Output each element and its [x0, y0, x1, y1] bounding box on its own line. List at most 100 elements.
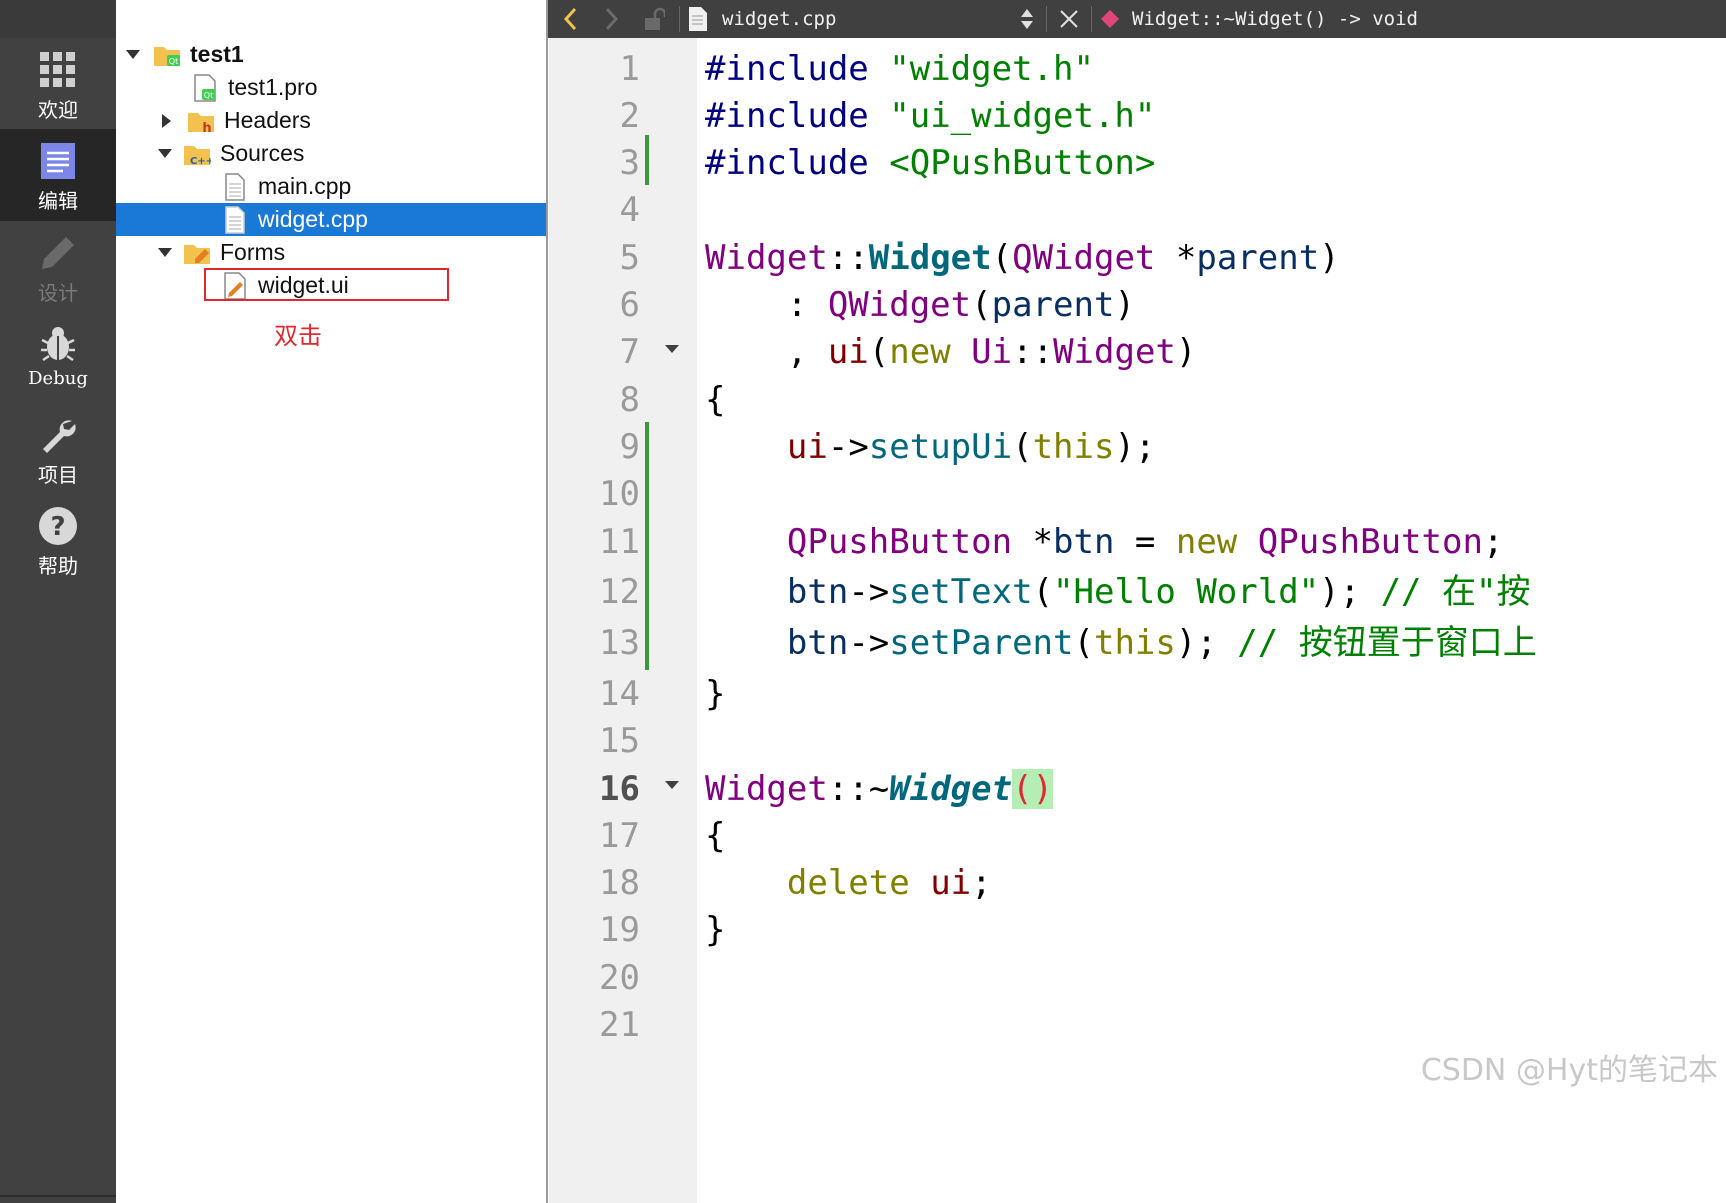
line-number: 19	[599, 910, 640, 950]
mode-design[interactable]: 设计	[0, 221, 116, 313]
mode-welcome[interactable]: 欢迎	[0, 38, 116, 130]
line-number: 14	[599, 674, 640, 714]
mode-bar-top	[0, 0, 116, 38]
code-line-6: : QWidget(parent)	[705, 285, 1135, 325]
close-document-icon[interactable]	[1051, 0, 1087, 38]
code-line-1: #include "widget.h"	[705, 49, 1094, 89]
collapse-arrow-icon[interactable]	[158, 246, 172, 260]
editor-toolbar: widget.cpp Widget::~Widget() -> void	[549, 0, 1726, 38]
mode-bar-bottom-divider	[0, 1195, 116, 1197]
line-number: 7	[619, 332, 640, 372]
code-line-12: btn->setText("Hello World"); // 在"按	[786, 572, 1531, 612]
code-line-14: }	[705, 674, 726, 714]
tree-item-label: test1	[190, 41, 244, 67]
tree-item-label: Forms	[220, 239, 286, 265]
code-line-16: Widget::~Widget()	[705, 769, 1054, 809]
code-line-17: {	[705, 816, 726, 856]
code-line-13: btn->setParent(this); // 按钮置于窗口上	[786, 623, 1537, 663]
headers-folder-icon: h	[186, 107, 216, 135]
pencil-icon	[33, 231, 83, 275]
svg-text:h: h	[202, 121, 211, 133]
back-arrow-icon[interactable]	[549, 0, 591, 38]
change-marker	[645, 422, 649, 670]
fold-arrow-icon[interactable]	[665, 345, 679, 353]
mode-help[interactable]: ? 帮助	[0, 494, 116, 586]
code-line-5: Widget::Widget(QWidget *parent)	[705, 238, 1340, 278]
mode-selector-bar: 欢迎 编辑 设计 Debug 项目 ? 帮助	[0, 0, 116, 1203]
wrench-icon	[33, 413, 83, 457]
line-number: 18	[599, 863, 640, 903]
code-editor[interactable]: #include "widget.h" #include "ui_widget.…	[697, 38, 1726, 1203]
line-number: 2	[619, 96, 640, 136]
file-selector-updown-icon[interactable]	[1012, 0, 1042, 38]
code-line-7: , ui(new Ui::Widget)	[705, 332, 1197, 372]
line-number: 11	[599, 522, 640, 562]
toolbar-separator	[679, 6, 680, 32]
tree-item-test1-pro[interactable]: Qt test1.pro	[116, 71, 546, 104]
collapse-arrow-icon[interactable]	[126, 48, 140, 62]
svg-text:C++: C++	[190, 156, 211, 166]
open-file-selector[interactable]: widget.cpp	[722, 8, 1012, 30]
tree-item-label: Headers	[224, 107, 311, 133]
mode-welcome-label: 欢迎	[38, 98, 78, 122]
tree-item-headers[interactable]: h Headers	[116, 104, 546, 137]
edit-document-icon	[33, 139, 83, 183]
mode-projects[interactable]: 项目	[0, 403, 116, 495]
line-number: 8	[619, 380, 640, 420]
toolbar-separator	[1046, 6, 1047, 32]
mode-help-label: 帮助	[38, 554, 78, 578]
forms-folder-icon	[182, 239, 212, 267]
function-symbol-icon	[1096, 0, 1124, 38]
mode-edit[interactable]: 编辑	[0, 129, 116, 221]
tree-item-label: widget.cpp	[258, 206, 368, 232]
code-line-11: QPushButton *btn = new QPushButton;	[786, 522, 1504, 562]
document-icon	[684, 0, 712, 38]
code-line-18: delete ui;	[786, 863, 992, 903]
code-line-2: #include "ui_widget.h"	[705, 96, 1156, 136]
tree-item-forms[interactable]: Forms	[116, 236, 546, 269]
highlight-box	[204, 268, 449, 301]
tree-item-main-cpp[interactable]: main.cpp	[116, 170, 546, 203]
tree-item-label: Sources	[220, 140, 305, 166]
line-number: 4	[619, 190, 640, 230]
collapse-arrow-icon[interactable]	[158, 147, 172, 161]
svg-text:?: ?	[50, 512, 65, 542]
mode-projects-label: 项目	[38, 463, 78, 487]
expand-arrow-icon[interactable]	[160, 113, 174, 128]
line-number: 20	[599, 958, 640, 998]
lock-icon[interactable]	[633, 0, 675, 38]
code-line-9: ui->setupUi(this);	[786, 427, 1156, 467]
tree-item-sources[interactable]: C++ Sources	[116, 137, 546, 170]
mode-design-label: 设计	[38, 281, 78, 305]
line-number: 1	[619, 49, 640, 89]
line-number: 3	[619, 143, 640, 183]
line-number: 13	[599, 623, 640, 663]
line-number: 5	[619, 238, 640, 278]
watermark: CSDN @Hyt的笔记本	[1420, 1053, 1718, 1088]
bug-icon	[33, 322, 83, 366]
double-click-annotation: 双击	[274, 322, 322, 350]
qt-pro-file-icon: Qt	[190, 73, 220, 102]
tree-item-widget-cpp[interactable]: widget.cpp	[116, 203, 546, 236]
file-icon	[220, 172, 250, 201]
symbol-selector[interactable]: Widget::~Widget() -> void	[1132, 8, 1418, 30]
mode-debug[interactable]: Debug	[0, 312, 116, 404]
fold-arrow-icon[interactable]	[665, 781, 679, 789]
forward-arrow-icon[interactable]	[591, 0, 633, 38]
code-line-19: }	[705, 910, 726, 950]
line-number: 6	[619, 285, 640, 325]
svg-text:Qt: Qt	[204, 91, 213, 100]
line-number: 10	[599, 474, 640, 514]
help-icon: ?	[33, 504, 83, 548]
toolbar-separator	[1091, 6, 1092, 32]
qt-project-folder-icon: Qt	[152, 41, 182, 69]
code-line-3: #include <QPushButton>	[705, 143, 1156, 183]
tree-item-label: main.cpp	[258, 173, 352, 199]
change-marker	[645, 135, 649, 185]
project-tree-panel: Qt test1 Qt test1.pro h Headers C++ Sour…	[116, 0, 548, 1203]
tree-item-test1[interactable]: Qt test1	[116, 38, 546, 71]
line-number: 21	[599, 1005, 640, 1045]
line-number: 17	[599, 816, 640, 856]
mode-edit-label: 编辑	[38, 189, 78, 213]
line-number: 9	[619, 427, 640, 467]
